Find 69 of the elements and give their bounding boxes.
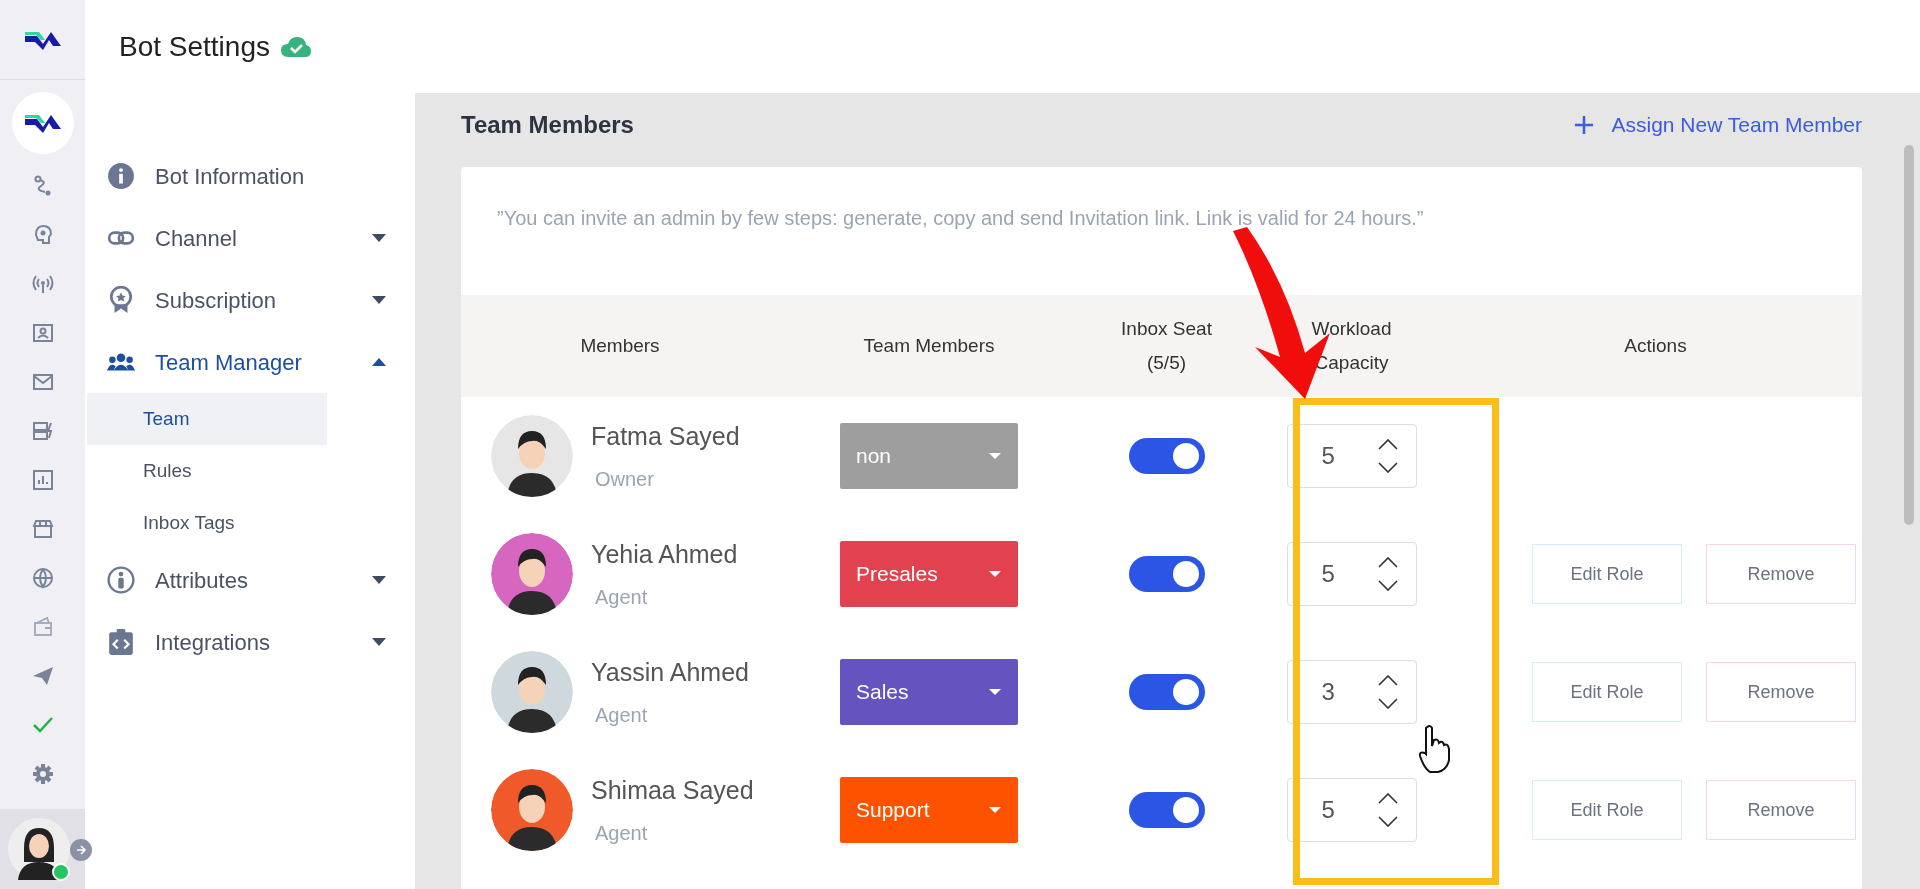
chevron-up-icon[interactable] [1377,793,1398,804]
capacity-stepper[interactable]: 5 [1286,542,1417,606]
person-icon [107,566,135,594]
chevron-up-icon[interactable] [1377,439,1398,450]
nav-item[interactable]: Bot Information [107,145,415,207]
caret-down-icon [988,806,1002,814]
user-avatar[interactable] [8,818,70,880]
scrollbar-thumb[interactable] [1904,145,1914,525]
settings-icon[interactable] [30,762,55,786]
remove-button[interactable]: Remove [1706,780,1856,840]
column-header: Members [579,334,661,358]
code-clipboard-icon [107,628,135,656]
capacity-stepper[interactable]: 3 [1286,660,1417,724]
seat-toggle[interactable] [1128,438,1205,474]
assign-member-link[interactable]: Assign New Team Member [1573,109,1862,141]
member-name: Yassin Ahmed [591,657,749,689]
member-name: Fatma Sayed [591,421,740,453]
nav-item[interactable]: Channel [107,207,415,269]
member-role: Agent [594,820,649,846]
chevron-down-icon[interactable] [1377,816,1398,827]
chevron-down-icon[interactable] [1377,462,1398,473]
page-title: Bot Settings [119,29,270,64]
edit-role-button[interactable]: Edit Role [1532,662,1682,722]
award-badge-icon [107,286,135,314]
globe-icon[interactable] [30,566,55,590]
capacity-stepper[interactable]: 5 [1286,424,1417,488]
column-header: Inbox Seat (5/5) [1120,317,1213,375]
expand-icon[interactable] [70,839,92,861]
seat-toggle[interactable] [1128,674,1205,710]
member-name: Yehia Ahmed [591,539,738,571]
chevron-down-icon[interactable] [1377,698,1398,709]
contact-card-icon[interactable] [30,321,55,345]
caret-down-icon [988,688,1002,696]
remove-button[interactable]: Remove [1706,662,1856,722]
capacity-stepper[interactable]: 5 [1286,778,1417,842]
seat-toggle[interactable] [1128,792,1205,828]
section-title: Team Members [461,110,634,140]
plus-icon [1573,114,1596,136]
seat-toggle[interactable] [1128,556,1205,592]
column-header: Actions [1623,334,1688,358]
info-icon [107,162,135,190]
caret-down-icon [988,452,1002,460]
nav-item[interactable]: Team Manager [107,331,415,393]
member-role: Agent [594,584,649,610]
edit-role-button[interactable]: Edit Role [1532,780,1682,840]
nav-item[interactable]: Attributes [107,549,415,611]
nav-subitem[interactable]: Rules [87,445,327,497]
bar-chart-icon[interactable] [30,468,55,492]
nav-subitem[interactable]: Team [87,393,327,445]
member-role: Owner [594,466,655,492]
team-select[interactable]: Sales [840,659,1018,725]
nav-subitem[interactable]: Inbox Tags [87,497,327,549]
edit-role-button[interactable]: Edit Role [1532,544,1682,604]
member-role: Agent [594,702,649,728]
caret-down-icon [988,570,1002,578]
team-select[interactable]: Presales [840,541,1018,607]
chevron-up-icon[interactable] [1377,675,1398,686]
chevron-down-icon[interactable] [1377,580,1398,591]
server-bolt-icon[interactable] [30,419,55,443]
nav-item[interactable]: Integrations [107,611,415,673]
chevron-up-icon[interactable] [1377,557,1398,568]
nav-item[interactable]: Subscription [107,269,415,331]
column-header: Team Members [862,334,996,358]
hand-cursor-icon [1416,724,1452,774]
invitation-note: ”You can invite an admin by few steps: generate, copy and send Invitation link. Link is valid for 24 hours.” [496,206,1425,231]
remove-button[interactable]: Remove [1706,544,1856,604]
store-icon[interactable] [30,517,55,541]
cloud-check-icon [280,34,312,59]
member-name: Shimaa Sayed [591,775,754,807]
